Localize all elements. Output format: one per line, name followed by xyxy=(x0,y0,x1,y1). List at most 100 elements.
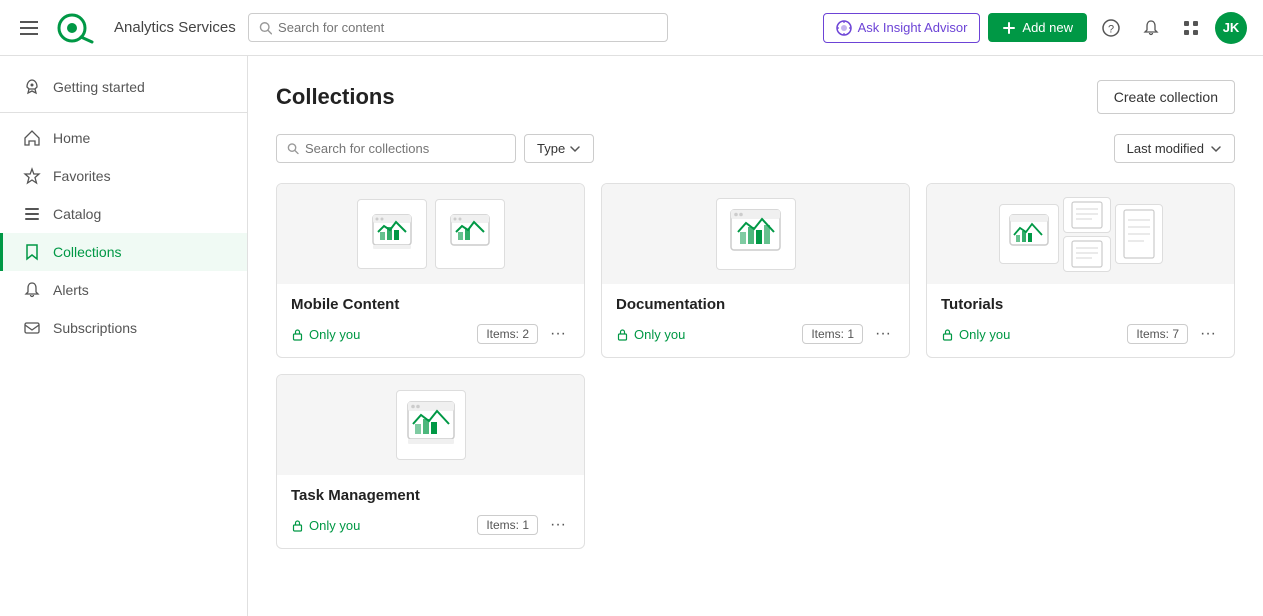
sidebar-item-subscriptions[interactable]: Subscriptions xyxy=(0,309,247,347)
sidebar-item-catalog[interactable]: Catalog xyxy=(0,195,247,233)
sidebar-item-collections-label: Collections xyxy=(53,244,121,260)
card-preview-documentation xyxy=(602,184,909,284)
bookmark-icon xyxy=(23,243,41,261)
hamburger-menu[interactable] xyxy=(16,17,42,39)
app-title: Analytics Services xyxy=(114,19,236,36)
card-meta-mobile-content: Items: 2 ··· xyxy=(477,323,570,345)
create-collection-button[interactable]: Create collection xyxy=(1097,80,1235,114)
card-owner-task-management: Only you xyxy=(291,518,360,533)
preview-icon-task-management xyxy=(396,390,466,460)
card-preview-tutorials xyxy=(927,184,1234,284)
card-preview-task-management xyxy=(277,375,584,475)
items-badge-mobile-content: Items: 2 xyxy=(477,324,538,344)
collection-card-tutorials[interactable]: Tutorials Only you Items: 7 ··· xyxy=(926,183,1235,358)
items-badge-tutorials: Items: 7 xyxy=(1127,324,1188,344)
star-icon xyxy=(23,167,41,185)
card-footer-task-management: Only you Items: 1 ··· xyxy=(291,514,570,536)
top-nav: Analytics Services Ask Insight Advisor A… xyxy=(0,0,1263,56)
apps-button[interactable] xyxy=(1175,12,1207,44)
collections-search-input[interactable] xyxy=(305,141,505,156)
more-options-tutorials[interactable]: ··· xyxy=(1196,323,1220,345)
bell-icon xyxy=(1142,19,1160,37)
sidebar-item-home-label: Home xyxy=(53,130,90,146)
sidebar-item-alerts[interactable]: Alerts xyxy=(0,271,247,309)
sidebar-item-subscriptions-label: Subscriptions xyxy=(53,320,137,336)
global-search-bar[interactable] xyxy=(248,13,668,42)
help-button[interactable]: ? xyxy=(1095,12,1127,44)
collection-card-task-management[interactable]: Task Management Only you Items: 1 ··· xyxy=(276,374,585,549)
search-collections-icon xyxy=(287,142,299,155)
filter-left: Type xyxy=(276,134,594,163)
more-options-documentation[interactable]: ··· xyxy=(871,323,895,345)
more-options-mobile-content[interactable]: ··· xyxy=(546,323,570,345)
last-modified-chevron-icon xyxy=(1210,143,1222,155)
card-name-mobile-content: Mobile Content xyxy=(291,296,570,313)
sidebar-item-collections[interactable]: Collections xyxy=(0,233,247,271)
card-owner-tutorials: Only you xyxy=(941,327,1010,342)
avatar[interactable]: JK xyxy=(1215,12,1247,44)
sidebar-divider xyxy=(0,112,247,113)
card-name-task-management: Task Management xyxy=(291,487,570,504)
sidebar: Getting started Home Favorites Catalog xyxy=(0,56,248,616)
notifications-button[interactable] xyxy=(1135,12,1167,44)
card-footer-mobile-content: Only you Items: 2 ··· xyxy=(291,323,570,345)
sidebar-item-home[interactable]: Home xyxy=(0,119,247,157)
type-filter-button[interactable]: Type xyxy=(524,134,594,163)
chevron-down-icon xyxy=(569,143,581,155)
more-options-task-management[interactable]: ··· xyxy=(546,514,570,536)
alert-bell-icon xyxy=(23,281,41,299)
sidebar-item-alerts-label: Alerts xyxy=(53,282,89,298)
lock-icon-tutorials xyxy=(941,328,954,341)
items-badge-documentation: Items: 1 xyxy=(802,324,863,344)
card-owner-mobile-content: Only you xyxy=(291,327,360,342)
page-title: Collections xyxy=(276,84,395,110)
card-body-documentation: Documentation Only you Items: 1 ··· xyxy=(602,284,909,357)
items-badge-task-management: Items: 1 xyxy=(477,515,538,535)
sidebar-item-catalog-label: Catalog xyxy=(53,206,101,222)
collection-card-mobile-content[interactable]: Mobile Content Only you Items: 2 ··· xyxy=(276,183,585,358)
card-footer-documentation: Only you Items: 1 ··· xyxy=(616,323,895,345)
collections-search-bar[interactable] xyxy=(276,134,516,163)
collections-grid: Mobile Content Only you Items: 2 ··· xyxy=(276,183,1235,549)
add-new-button[interactable]: Add new xyxy=(988,13,1087,42)
plus-icon xyxy=(1002,21,1016,35)
card-meta-task-management: Items: 1 ··· xyxy=(477,514,570,536)
grid-icon xyxy=(1182,19,1200,37)
preview-icon-1 xyxy=(357,199,427,269)
preview-icon-tutorials-doc1 xyxy=(1063,197,1111,233)
help-icon: ? xyxy=(1102,19,1120,37)
content-header: Collections Create collection xyxy=(276,80,1235,114)
card-body-tutorials: Tutorials Only you Items: 7 ··· xyxy=(927,284,1234,357)
preview-icon-tutorials-doc2 xyxy=(1063,236,1111,272)
global-search-input[interactable] xyxy=(278,20,657,35)
insight-advisor-button[interactable]: Ask Insight Advisor xyxy=(823,13,981,43)
preview-icon-documentation xyxy=(716,198,796,270)
sidebar-item-favorites[interactable]: Favorites xyxy=(0,157,247,195)
card-meta-documentation: Items: 1 ··· xyxy=(802,323,895,345)
search-icon xyxy=(259,21,272,35)
sidebar-item-getting-started-label: Getting started xyxy=(53,79,145,95)
card-owner-documentation: Only you xyxy=(616,327,685,342)
card-footer-tutorials: Only you Items: 7 ··· xyxy=(941,323,1220,345)
rocket-icon xyxy=(23,78,41,96)
lock-icon-doc xyxy=(616,328,629,341)
last-modified-button[interactable]: Last modified xyxy=(1114,134,1235,163)
lock-icon xyxy=(291,328,304,341)
card-body-task-management: Task Management Only you Items: 1 ··· xyxy=(277,475,584,548)
home-icon xyxy=(23,129,41,147)
preview-icon-tutorials-doc3 xyxy=(1115,204,1163,264)
mail-icon xyxy=(23,319,41,337)
insight-icon xyxy=(836,20,852,36)
preview-icon-2 xyxy=(435,199,505,269)
sidebar-item-getting-started[interactable]: Getting started xyxy=(0,68,247,106)
card-name-tutorials: Tutorials xyxy=(941,296,1220,313)
nav-right: Ask Insight Advisor Add new ? xyxy=(823,12,1247,44)
collection-card-documentation[interactable]: Documentation Only you Items: 1 ··· xyxy=(601,183,910,358)
content-area: Collections Create collection Type xyxy=(248,56,1263,616)
card-preview-mobile-content xyxy=(277,184,584,284)
card-body-mobile-content: Mobile Content Only you Items: 2 ··· xyxy=(277,284,584,357)
svg-text:?: ? xyxy=(1108,23,1114,35)
sidebar-item-favorites-label: Favorites xyxy=(53,168,111,184)
filters-row: Type Last modified xyxy=(276,134,1235,163)
lock-icon-task xyxy=(291,519,304,532)
